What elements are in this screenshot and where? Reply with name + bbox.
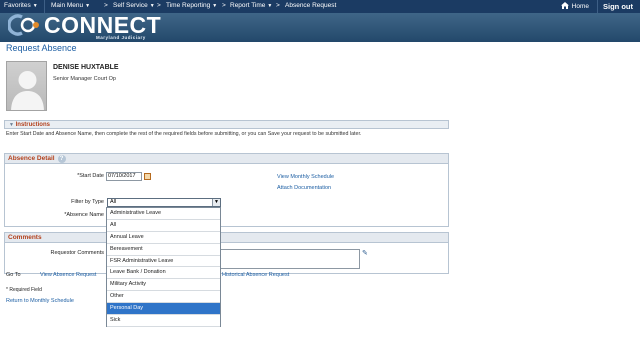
calendar-icon[interactable]	[144, 173, 151, 180]
absence-detail-title: Absence Detail	[8, 155, 55, 162]
dropdown-option[interactable]: Leave Bank / Donation	[107, 267, 220, 280]
chevron-down-icon: ▼	[149, 3, 155, 9]
brand-name: CONNECT	[44, 12, 162, 38]
dropdown-option[interactable]: FSR Administrative Leave	[107, 256, 220, 268]
employee-name: DENISE HUXTABLE	[53, 64, 119, 71]
chevron-down-icon: ▼	[85, 3, 91, 9]
favorites-menu[interactable]: Favorites ▼	[4, 2, 38, 9]
chevron-down-icon: ▼	[32, 3, 38, 9]
breadcrumb-report-time[interactable]: Report Time ▼	[230, 2, 272, 9]
main-menu[interactable]: Main Menu ▼	[51, 2, 90, 9]
home-label: Home	[571, 3, 589, 10]
nav-divider	[597, 0, 598, 13]
comments-header: Comments	[5, 233, 448, 243]
breadcrumb-separator-icon: >	[104, 2, 108, 9]
home-icon	[560, 2, 569, 9]
go-to-label: Go To	[6, 272, 21, 278]
breadcrumb-self-service[interactable]: Self Service ▼	[113, 2, 155, 9]
breadcrumb-separator-icon: >	[157, 2, 161, 9]
main-menu-label: Main Menu	[51, 2, 84, 9]
view-monthly-schedule-link[interactable]: View Monthly Schedule	[277, 174, 334, 180]
instructions-text: Enter Start Date and Absence Name, then …	[6, 131, 362, 137]
breadcrumb-label: Report Time	[230, 2, 266, 9]
connect-logo-icon	[8, 14, 39, 36]
page-title: Request Absence	[6, 43, 77, 53]
filter-type-dropdown-list: Administrative Leave All Annual Leave Berea…	[106, 207, 221, 327]
instructions-title: Instructions	[15, 122, 50, 128]
requestor-comments-label: Requestor Comments	[50, 250, 105, 256]
start-date-input[interactable]: 07/10/2017	[106, 172, 142, 181]
breadcrumb-separator-icon: >	[222, 2, 226, 9]
view-absence-request-link[interactable]: View Absence Request	[40, 272, 96, 278]
collapse-triangle-icon: ▼	[9, 122, 14, 128]
required-field-note: * Required Field	[6, 287, 42, 293]
breadcrumb-separator-icon: >	[276, 2, 280, 9]
favorites-label: Favorites	[4, 2, 31, 9]
comments-title: Comments	[8, 234, 42, 241]
historical-absence-request-link[interactable]: Historical Absence Request	[222, 272, 289, 278]
sign-out-link[interactable]: Sign out	[603, 2, 633, 11]
chevron-down-icon[interactable]: ▼	[212, 199, 220, 206]
breadcrumb-label: Self Service	[113, 2, 148, 9]
filter-by-type-label: Filter by Type	[71, 199, 104, 205]
dropdown-option[interactable]: Administrative Leave	[107, 208, 220, 220]
absence-name-label: *Absence Name	[64, 212, 104, 218]
dropdown-option[interactable]: All	[107, 220, 220, 232]
absence-detail-header: Absence Detail?	[5, 154, 448, 164]
attach-documentation-link[interactable]: Attach Documentation	[277, 185, 331, 191]
help-icon[interactable]: ?	[57, 155, 66, 163]
dropdown-option[interactable]: Sick	[107, 315, 220, 327]
brand-subtitle: Maryland Judiciary	[96, 35, 146, 40]
spell-check-icon[interactable]: ✎	[362, 249, 368, 257]
breadcrumb-absence-request[interactable]: Absence Request	[285, 2, 336, 9]
instructions-header[interactable]: ▼ Instructions	[4, 120, 449, 129]
dropdown-option[interactable]: Bereavement	[107, 244, 220, 256]
breadcrumb-time-reporting[interactable]: Time Reporting ▼	[166, 2, 217, 9]
chevron-down-icon: ▼	[267, 3, 273, 9]
breadcrumb-label: Time Reporting	[166, 2, 211, 9]
filter-by-type-select[interactable]: All ▼	[107, 198, 221, 207]
chevron-down-icon: ▼	[212, 3, 218, 9]
home-link[interactable]: Home	[560, 2, 589, 10]
dropdown-option[interactable]: Annual Leave	[107, 232, 220, 244]
dropdown-option[interactable]: Personal Day	[107, 303, 220, 316]
person-silhouette-icon	[11, 71, 44, 110]
dropdown-option[interactable]: Military Activity	[107, 279, 220, 292]
filter-selected-value: All	[110, 199, 117, 205]
page: Favorites ▼ Main Menu ▼ > Self Service ▼ > …	[0, 0, 640, 360]
dropdown-option[interactable]: Other	[107, 291, 220, 304]
avatar	[6, 61, 47, 111]
return-to-monthly-schedule-link[interactable]: Return to Monthly Schedule	[6, 298, 74, 304]
start-date-label: *Start Date	[77, 173, 104, 179]
employee-title: Senior Manager Court Op	[53, 76, 116, 82]
